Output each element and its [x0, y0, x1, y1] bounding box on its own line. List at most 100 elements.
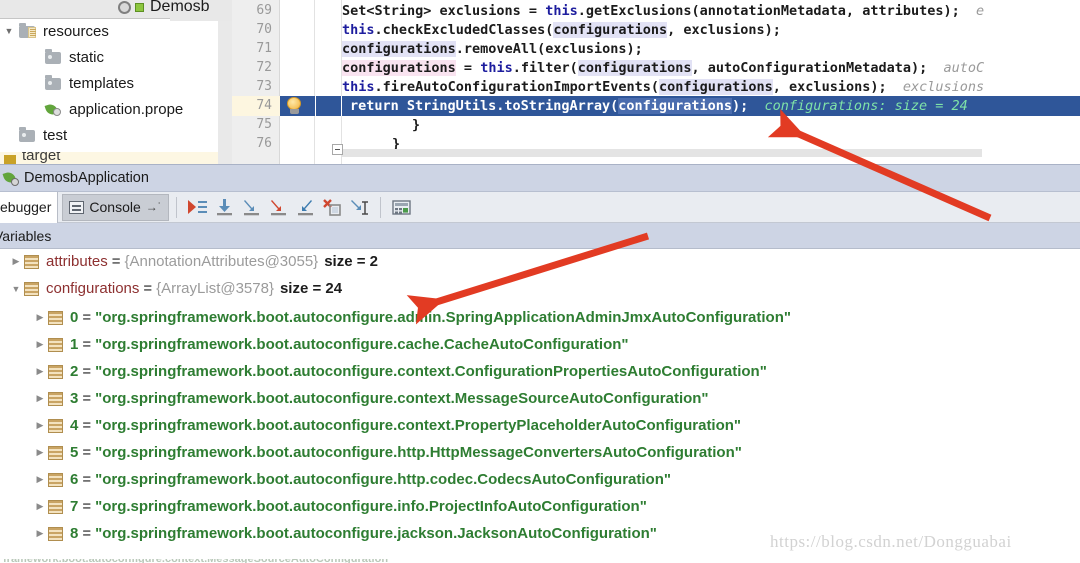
variable-row-5[interactable]: ▶ 5 = "org.springframework.boot.autoconf…	[0, 440, 742, 465]
tree-item-label: static	[69, 48, 105, 66]
twisty-icon[interactable]: ▶	[32, 447, 48, 458]
code-line-73: this.fireAutoConfigurationImportEvents(c…	[342, 79, 985, 95]
variable-row-partial-label: framework.boot.autoconfigure.context.Mes…	[3, 559, 393, 563]
variable-row-1[interactable]: ▶ 1 = "org.springframework.boot.autoconf…	[0, 332, 629, 357]
debug-tool-window: DemosbApplication ebugger Console →˙ ari…	[0, 164, 1080, 563]
line-number: 69	[256, 3, 272, 18]
variable-index: 7	[70, 498, 79, 515]
tree-item-test[interactable]: test	[0, 122, 67, 148]
code-line-69: Set<String> exclusions = this.getExclusi…	[342, 3, 985, 19]
variable-row-configurations[interactable]: ▼ configurations = {ArrayList@3578} size…	[0, 276, 343, 301]
twisty-icon[interactable]: ▼	[8, 284, 24, 294]
variable-row-0[interactable]: ▶ 0 = "org.springframework.boot.autoconf…	[0, 305, 791, 330]
editor-tab-demosb[interactable]: Demosb	[118, 0, 210, 18]
editor-fold-gutter[interactable]	[315, 0, 342, 164]
console-icon	[69, 200, 85, 214]
tree-item-application-properties[interactable]: application.prope	[26, 96, 183, 122]
variable-row-attributes[interactable]: ▶ attributes = {AnnotationAttributes@305…	[0, 249, 378, 274]
variable-row-3[interactable]: ▶ 3 = "org.springframework.boot.autoconf…	[0, 386, 709, 411]
intention-bulb-icon[interactable]	[286, 97, 303, 115]
pin-icon[interactable]: →˙	[146, 200, 162, 214]
tree-item-label: test	[43, 126, 68, 144]
tree-item-target[interactable]: target	[0, 152, 232, 164]
variable-icon	[48, 526, 63, 541]
code-editor[interactable]: 69 70 71 72 73 74 75 76 Set<String> excl…	[232, 0, 1080, 164]
drop-frame-button[interactable]	[319, 195, 346, 220]
code-line-75: }	[412, 117, 421, 133]
debug-toolbar[interactable]: ebugger Console →˙	[0, 191, 1080, 223]
twisty-icon[interactable]: ▶	[32, 366, 48, 377]
tab-console[interactable]: Console →˙	[62, 193, 169, 221]
variable-row-2[interactable]: ▶ 2 = "org.springframework.boot.autoconf…	[0, 359, 767, 384]
twisty-icon[interactable]: ▶	[32, 339, 48, 350]
tree-item-templates[interactable]: templates	[26, 70, 134, 96]
variable-size: size = 2	[324, 253, 378, 270]
equals-sign: =	[82, 525, 92, 542]
variable-index: 4	[70, 417, 79, 434]
folder-icon	[44, 49, 64, 65]
inline-hint-current: configurations: size = 24	[764, 98, 968, 114]
variable-icon	[48, 364, 63, 379]
variable-row-6[interactable]: ▶ 6 = "org.springframework.boot.autoconf…	[0, 467, 671, 492]
variable-type: {AnnotationAttributes@3055}	[124, 253, 319, 270]
tree-panel-edge	[218, 18, 232, 164]
twisty-icon[interactable]: ▶	[32, 312, 48, 323]
tree-item-static[interactable]: static	[26, 44, 104, 70]
toolbar-separator	[379, 196, 381, 218]
variable-row-4[interactable]: ▶ 4 = "org.springframework.boot.autoconf…	[0, 413, 742, 438]
twisty-icon[interactable]: ▶	[32, 528, 48, 539]
equals-sign: =	[82, 471, 92, 488]
evaluate-expression-button[interactable]	[388, 195, 415, 220]
variable-icon	[48, 418, 63, 433]
code-fold-icon[interactable]	[332, 144, 343, 155]
tab-console-label: Console	[89, 199, 141, 215]
equals-sign: =	[82, 336, 92, 353]
spring-boot-run-icon	[2, 170, 19, 186]
variable-type: {ArrayList@3578}	[156, 280, 274, 297]
variable-icon	[48, 337, 63, 352]
equals-sign: =	[143, 280, 153, 297]
tree-item-label: resources	[43, 22, 109, 40]
equals-sign: =	[82, 390, 92, 407]
variable-row-partial: framework.boot.autoconfigure.context.Mes…	[0, 559, 1080, 563]
twisty-icon[interactable]: ▼	[0, 26, 18, 36]
variable-value: "org.springframework.boot.autoconfigure.…	[95, 363, 767, 380]
step-into-button[interactable]	[238, 195, 265, 220]
show-execution-point-button[interactable]	[184, 195, 211, 220]
twisty-icon[interactable]: ▶	[32, 420, 48, 431]
twisty-icon[interactable]: ▶	[8, 256, 24, 267]
twisty-icon[interactable]: ▶	[32, 474, 48, 485]
spring-bean-icon	[135, 2, 144, 12]
line-number: 74	[256, 98, 272, 113]
equals-sign: =	[111, 253, 121, 270]
project-tree-panel[interactable]: Demosb ▼ resources static templates appl…	[0, 0, 232, 164]
variable-icon	[48, 310, 63, 325]
step-over-button[interactable]	[211, 195, 238, 220]
tab-debugger-label: ebugger	[0, 199, 52, 215]
tab-debugger[interactable]: ebugger	[0, 191, 59, 223]
equals-sign: =	[82, 417, 92, 434]
line-number: 73	[256, 79, 272, 94]
resources-folder-icon	[18, 23, 38, 39]
code-line-72: configurations = this.filter(configurati…	[342, 60, 985, 76]
run-to-cursor-button[interactable]	[346, 195, 373, 220]
force-step-into-button[interactable]	[265, 195, 292, 220]
variables-tree[interactable]: ▶ attributes = {AnnotationAttributes@305…	[0, 249, 1080, 563]
variable-size: size = 24	[279, 280, 343, 297]
inline-hint: e	[975, 3, 985, 19]
twisty-icon[interactable]: ▶	[32, 393, 48, 404]
variable-index: 6	[70, 471, 79, 488]
step-out-button[interactable]	[292, 195, 319, 220]
tree-item-resources[interactable]: ▼ resources	[0, 18, 109, 44]
variable-row-7[interactable]: ▶ 7 = "org.springframework.boot.autoconf…	[0, 494, 647, 519]
editor-horizontal-scrollbar[interactable]	[342, 149, 982, 157]
variable-index: 3	[70, 390, 79, 407]
variable-icon	[24, 281, 39, 296]
folder-icon	[18, 127, 38, 143]
code-line-70: this.checkExcludedClasses(configurations…	[342, 22, 781, 38]
editor-marker-gutter[interactable]	[280, 0, 315, 164]
variable-icon	[48, 445, 63, 460]
twisty-icon[interactable]: ▶	[32, 501, 48, 512]
variable-row-8[interactable]: ▶ 8 = "org.springframework.boot.autoconf…	[0, 521, 657, 546]
variable-value: "org.springframework.boot.autoconfigure.…	[95, 525, 657, 542]
